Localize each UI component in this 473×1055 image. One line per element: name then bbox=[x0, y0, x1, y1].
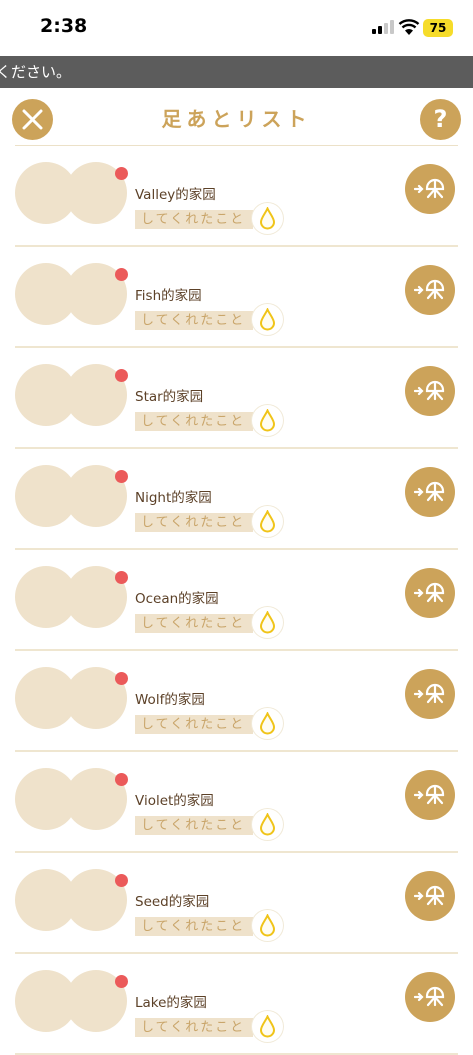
garden-name: Violet的家园 bbox=[135, 793, 214, 809]
garden-name: Wolf的家园 bbox=[135, 692, 205, 708]
footprint-list: Valley的家园 してくれたこと Fish的家园 してくれたこと Star的家… bbox=[0, 146, 473, 1055]
list-item: Ocean的家园 してくれたこと bbox=[0, 550, 473, 651]
garden-name: Seed的家园 bbox=[135, 894, 210, 910]
action-tag: してくれたこと bbox=[135, 715, 253, 734]
unread-dot bbox=[115, 874, 128, 887]
garden-name: Fish的家园 bbox=[135, 288, 202, 304]
unread-dot bbox=[115, 369, 128, 382]
garden-name: Lake的家园 bbox=[135, 995, 207, 1011]
action-tag: してくれたこと bbox=[135, 614, 253, 633]
list-item: Star的家园 してくれたこと bbox=[0, 348, 473, 449]
unread-dot bbox=[115, 975, 128, 988]
water-drop-badge bbox=[252, 607, 283, 638]
water-drop-badge bbox=[252, 708, 283, 739]
visit-garden-icon bbox=[414, 885, 445, 906]
page-title: 足あとリスト bbox=[161, 107, 312, 131]
visit-garden-icon bbox=[414, 481, 445, 502]
notice-banner: ください。 bbox=[0, 56, 473, 88]
list-item: Lake的家园 してくれたこと bbox=[0, 954, 473, 1055]
visit-garden-icon bbox=[414, 683, 445, 704]
unread-dot bbox=[115, 167, 128, 180]
garden-name: Ocean的家园 bbox=[135, 591, 219, 607]
visit-garden-button[interactable] bbox=[405, 164, 455, 214]
water-drop-icon bbox=[259, 409, 276, 432]
action-tag: してくれたこと bbox=[135, 1018, 253, 1037]
water-drop-badge bbox=[252, 910, 283, 941]
water-drop-icon bbox=[259, 611, 276, 634]
visit-garden-button[interactable] bbox=[405, 467, 455, 517]
unread-dot bbox=[115, 571, 128, 584]
visit-garden-icon bbox=[414, 279, 445, 300]
visit-garden-button[interactable] bbox=[405, 871, 455, 921]
status-bar: 2:38 75 bbox=[0, 0, 473, 55]
action-tag: してくれたこと bbox=[135, 311, 253, 330]
action-tag: してくれたこと bbox=[135, 917, 253, 936]
visit-garden-button[interactable] bbox=[405, 770, 455, 820]
water-drop-badge bbox=[252, 203, 283, 234]
unread-dot bbox=[115, 268, 128, 281]
water-drop-icon bbox=[259, 1015, 276, 1038]
unread-dot bbox=[115, 773, 128, 786]
water-drop-badge bbox=[252, 809, 283, 840]
water-drop-badge bbox=[252, 506, 283, 537]
water-drop-icon bbox=[259, 712, 276, 735]
visit-garden-icon bbox=[414, 784, 445, 805]
list-item: Valley的家园 してくれたこと bbox=[0, 146, 473, 247]
visit-garden-button[interactable] bbox=[405, 669, 455, 719]
visit-garden-button[interactable] bbox=[405, 972, 455, 1022]
visit-garden-button[interactable] bbox=[405, 366, 455, 416]
action-tag: してくれたこと bbox=[135, 412, 253, 431]
action-tag: してくれたこと bbox=[135, 816, 253, 835]
water-drop-icon bbox=[259, 813, 276, 836]
unread-dot bbox=[115, 672, 128, 685]
battery-icon: 75 bbox=[423, 19, 453, 37]
wifi-icon bbox=[398, 19, 420, 35]
visit-garden-button[interactable] bbox=[405, 568, 455, 618]
list-item: Wolf的家园 してくれたこと bbox=[0, 651, 473, 752]
visit-garden-icon bbox=[414, 582, 445, 603]
list-item: Violet的家园 してくれたこと bbox=[0, 752, 473, 853]
water-drop-icon bbox=[259, 914, 276, 937]
water-drop-badge bbox=[252, 304, 283, 335]
garden-name: Valley的家园 bbox=[135, 187, 216, 203]
water-drop-icon bbox=[259, 207, 276, 230]
visit-garden-icon bbox=[414, 380, 445, 401]
water-drop-badge bbox=[252, 405, 283, 436]
visit-garden-icon bbox=[414, 178, 445, 199]
visit-garden-icon bbox=[414, 986, 445, 1007]
banner-text: ください。 bbox=[0, 63, 72, 81]
water-drop-icon bbox=[259, 308, 276, 331]
garden-name: Star的家园 bbox=[135, 389, 204, 405]
action-tag: してくれたこと bbox=[135, 210, 253, 229]
help-button[interactable]: ? bbox=[420, 99, 461, 140]
unread-dot bbox=[115, 470, 128, 483]
list-item: Seed的家园 してくれたこと bbox=[0, 853, 473, 954]
list-item: Fish的家园 してくれたこと bbox=[0, 247, 473, 348]
visit-garden-button[interactable] bbox=[405, 265, 455, 315]
water-drop-badge bbox=[252, 1011, 283, 1042]
action-tag: してくれたこと bbox=[135, 513, 253, 532]
signal-icon bbox=[372, 20, 394, 34]
status-time: 2:38 bbox=[40, 15, 88, 37]
water-drop-icon bbox=[259, 510, 276, 533]
garden-name: Night的家园 bbox=[135, 490, 212, 506]
list-item: Night的家园 してくれたこと bbox=[0, 449, 473, 550]
header: 足あとリスト ? bbox=[0, 88, 473, 146]
